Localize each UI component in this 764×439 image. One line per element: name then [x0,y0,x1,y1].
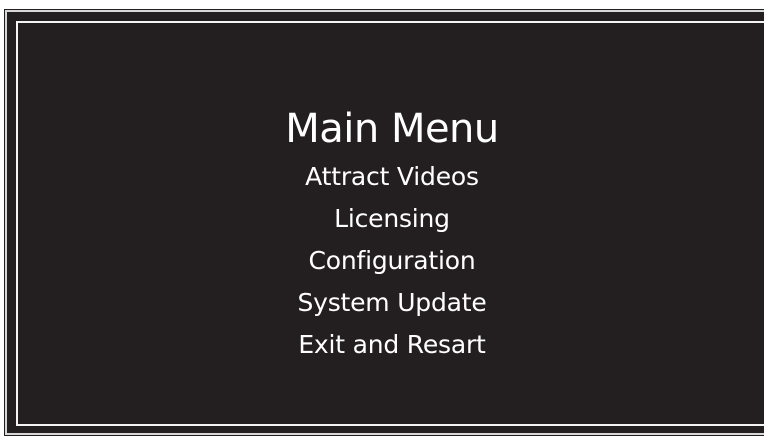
main-menu-screen: Main Menu Attract Videos Licensing Confi… [4,9,764,436]
menu-item-exit-and-restart[interactable]: Exit and Resart [257,324,527,366]
menu-item-configuration[interactable]: Configuration [257,240,527,282]
menu-item-system-update[interactable]: System Update [257,282,527,324]
main-menu: Main Menu Attract Videos Licensing Confi… [257,106,527,366]
menu-item-attract-videos[interactable]: Attract Videos [257,156,527,198]
menu-title: Main Menu [285,106,499,152]
menu-item-licensing[interactable]: Licensing [257,198,527,240]
